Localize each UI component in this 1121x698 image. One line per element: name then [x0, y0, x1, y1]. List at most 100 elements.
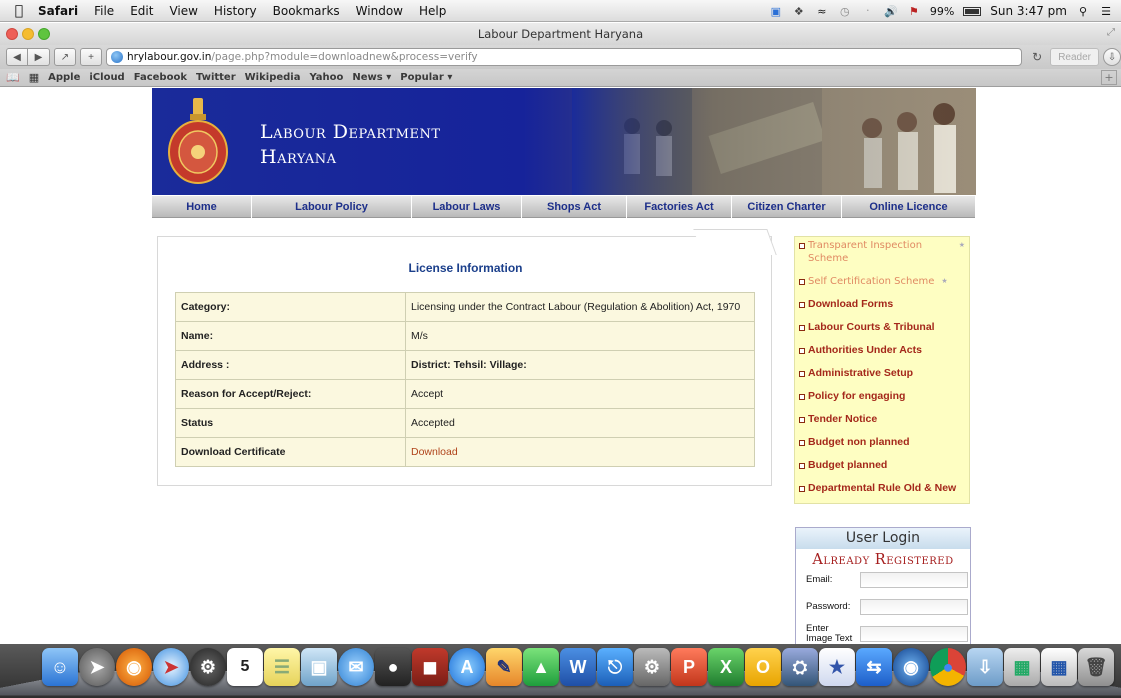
documents-stack-icon[interactable]: ▦	[1004, 648, 1040, 686]
email-field[interactable]	[860, 572, 968, 588]
app-store-icon[interactable]: A	[449, 648, 485, 686]
forward-button[interactable]: ▶	[28, 48, 50, 66]
apple-menu-icon[interactable]: 	[0, 3, 30, 19]
zoom-window-button[interactable]	[38, 28, 50, 40]
sidebar-link-transparent-inspection[interactable]: Transparent Inspection Scheme ★	[799, 239, 965, 265]
star-app-icon[interactable]: ★	[819, 648, 855, 686]
sidebar-link-budget-planned[interactable]: Budget planned	[799, 459, 965, 472]
trash-icon[interactable]: 🗑	[1078, 648, 1114, 686]
files-stack-icon[interactable]: ▦	[1041, 648, 1077, 686]
bookmark-icloud[interactable]: iCloud	[89, 72, 124, 83]
notes-icon[interactable]: ☰	[264, 648, 300, 686]
sidebar-link-departmental-rule[interactable]: Departmental Rule Old & New	[799, 482, 965, 495]
captcha-field[interactable]	[860, 626, 968, 642]
bookmark-yahoo[interactable]: Yahoo	[309, 72, 343, 83]
powerpoint-icon[interactable]: P	[671, 648, 707, 686]
preview-icon[interactable]: ▣	[301, 648, 337, 686]
reload-icon[interactable]: ↻	[1032, 50, 1042, 64]
back-button[interactable]: ◀	[6, 48, 28, 66]
back-forward-group: ◀ ▶	[6, 48, 50, 66]
category-value: Licensing under the Contract Labour (Reg…	[405, 292, 755, 322]
nav-labour-policy[interactable]: Labour Policy	[252, 196, 412, 218]
sidebar-link-tender-notice[interactable]: Tender Notice	[799, 413, 965, 426]
sidebar-link-download-forms[interactable]: Download Forms	[799, 298, 965, 311]
nav-labour-laws[interactable]: Labour Laws	[412, 196, 522, 218]
chrome-settings-icon[interactable]: ⚙	[190, 648, 226, 686]
utility-icon[interactable]: ⛭	[782, 648, 818, 686]
numbers-icon[interactable]: ▲	[523, 648, 559, 686]
teamviewer-icon[interactable]: ⇆	[856, 648, 892, 686]
calendar-icon[interactable]: 5	[227, 648, 263, 686]
address-bar[interactable]: hrylabour.gov.in /page.php?module=downlo…	[106, 48, 1023, 66]
bluetooth-icon[interactable]: ᛫	[861, 4, 875, 18]
clock[interactable]: Sun 3:47 pm	[990, 4, 1067, 18]
menu-file[interactable]: File	[86, 4, 122, 18]
nav-citizen-charter[interactable]: Citizen Charter	[732, 196, 842, 218]
sync-status-icon[interactable]: ❖	[792, 4, 806, 18]
sidebar-link-self-certification[interactable]: Self Certification Scheme ★	[799, 275, 965, 288]
status-value: Accepted	[405, 408, 755, 438]
reader-button[interactable]: Reader	[1050, 48, 1099, 66]
notification-center-icon[interactable]: ☰	[1099, 4, 1113, 18]
system-preferences-icon[interactable]: ⚙	[634, 648, 670, 686]
bookmark-popular[interactable]: Popular ▾	[400, 72, 452, 83]
menu-window[interactable]: Window	[348, 4, 411, 18]
bookmark-news[interactable]: News ▾	[352, 72, 391, 83]
outlook-icon[interactable]: O	[745, 648, 781, 686]
nav-online-licence[interactable]: Online Licence	[842, 196, 976, 218]
menu-view[interactable]: View	[161, 4, 205, 18]
sketch-icon[interactable]: ✎	[486, 648, 522, 686]
add-tab-icon[interactable]: +	[1101, 70, 1117, 85]
dropbox-status-icon[interactable]: ▣	[769, 4, 783, 18]
sidebar-link-budget-non-planned[interactable]: Budget non planned	[799, 436, 965, 449]
sidebar-link-authorities[interactable]: Authorities Under Acts	[799, 344, 965, 357]
bookmark-wikipedia[interactable]: Wikipedia	[245, 72, 301, 83]
excel-icon[interactable]: X	[708, 648, 744, 686]
spotlight-icon[interactable]: ⚲	[1076, 4, 1090, 18]
minimize-window-button[interactable]	[22, 28, 34, 40]
menu-app-safari[interactable]: Safari	[30, 4, 86, 18]
wifi-icon[interactable]: ≈	[815, 4, 829, 18]
keynote-icon[interactable]: ⎋	[597, 648, 633, 686]
downloads-folder-icon[interactable]: ⇩	[967, 648, 1003, 686]
downloads-button[interactable]: ⇩	[1103, 48, 1121, 66]
new-tab-plus-button[interactable]: +	[80, 48, 102, 66]
sidebar-link-labour-courts[interactable]: Labour Courts & Tribunal	[799, 321, 965, 334]
download-certificate-link[interactable]: Download	[411, 446, 458, 458]
google-earth-icon[interactable]: ◉	[893, 648, 929, 686]
volume-icon[interactable]: 🔊	[884, 4, 898, 18]
safari-icon[interactable]: ➤	[153, 648, 189, 686]
battery-icon[interactable]	[963, 6, 982, 16]
photo-booth-icon[interactable]: ◼	[412, 648, 448, 686]
sidebar-link-administrative-setup[interactable]: Administrative Setup	[799, 367, 965, 380]
launchpad-icon[interactable]: ➤	[79, 648, 115, 686]
menu-bookmarks[interactable]: Bookmarks	[265, 4, 348, 18]
top-sites-icon[interactable]: ▦	[29, 71, 39, 84]
menu-help[interactable]: Help	[411, 4, 454, 18]
bookmark-twitter[interactable]: Twitter	[196, 72, 236, 83]
nav-shops-act[interactable]: Shops Act	[522, 196, 627, 218]
share-button[interactable]: ↗	[54, 48, 76, 66]
reading-list-icon[interactable]: 📖	[6, 71, 20, 84]
chrome-icon[interactable]: ●	[930, 648, 966, 686]
password-field[interactable]	[860, 599, 968, 615]
sidebar-link-policy-engaging[interactable]: Policy for engaging	[799, 390, 965, 403]
bookmark-apple[interactable]: Apple	[48, 72, 80, 83]
finder-icon[interactable]: ☺	[42, 648, 78, 686]
messages-icon[interactable]: ✉	[338, 648, 374, 686]
fullscreen-icon[interactable]: ⤢	[1107, 27, 1115, 38]
word-icon[interactable]: W	[560, 648, 596, 686]
menu-history[interactable]: History	[206, 4, 265, 18]
battery-percent[interactable]: 99%	[930, 5, 954, 18]
nav-factories-act[interactable]: Factories Act	[627, 196, 732, 218]
nav-home[interactable]: Home	[152, 196, 252, 218]
close-window-button[interactable]	[6, 28, 18, 40]
time-machine-icon[interactable]: ◷	[838, 4, 852, 18]
facetime-icon[interactable]: ●	[375, 648, 411, 686]
flag-input-icon[interactable]: ⚑	[907, 4, 921, 18]
bookmark-facebook[interactable]: Facebook	[134, 72, 187, 83]
new-badge-icon: ★	[941, 278, 948, 285]
email-row: Email:	[796, 568, 970, 595]
menu-edit[interactable]: Edit	[122, 4, 161, 18]
firefox-icon[interactable]: ◉	[116, 648, 152, 686]
